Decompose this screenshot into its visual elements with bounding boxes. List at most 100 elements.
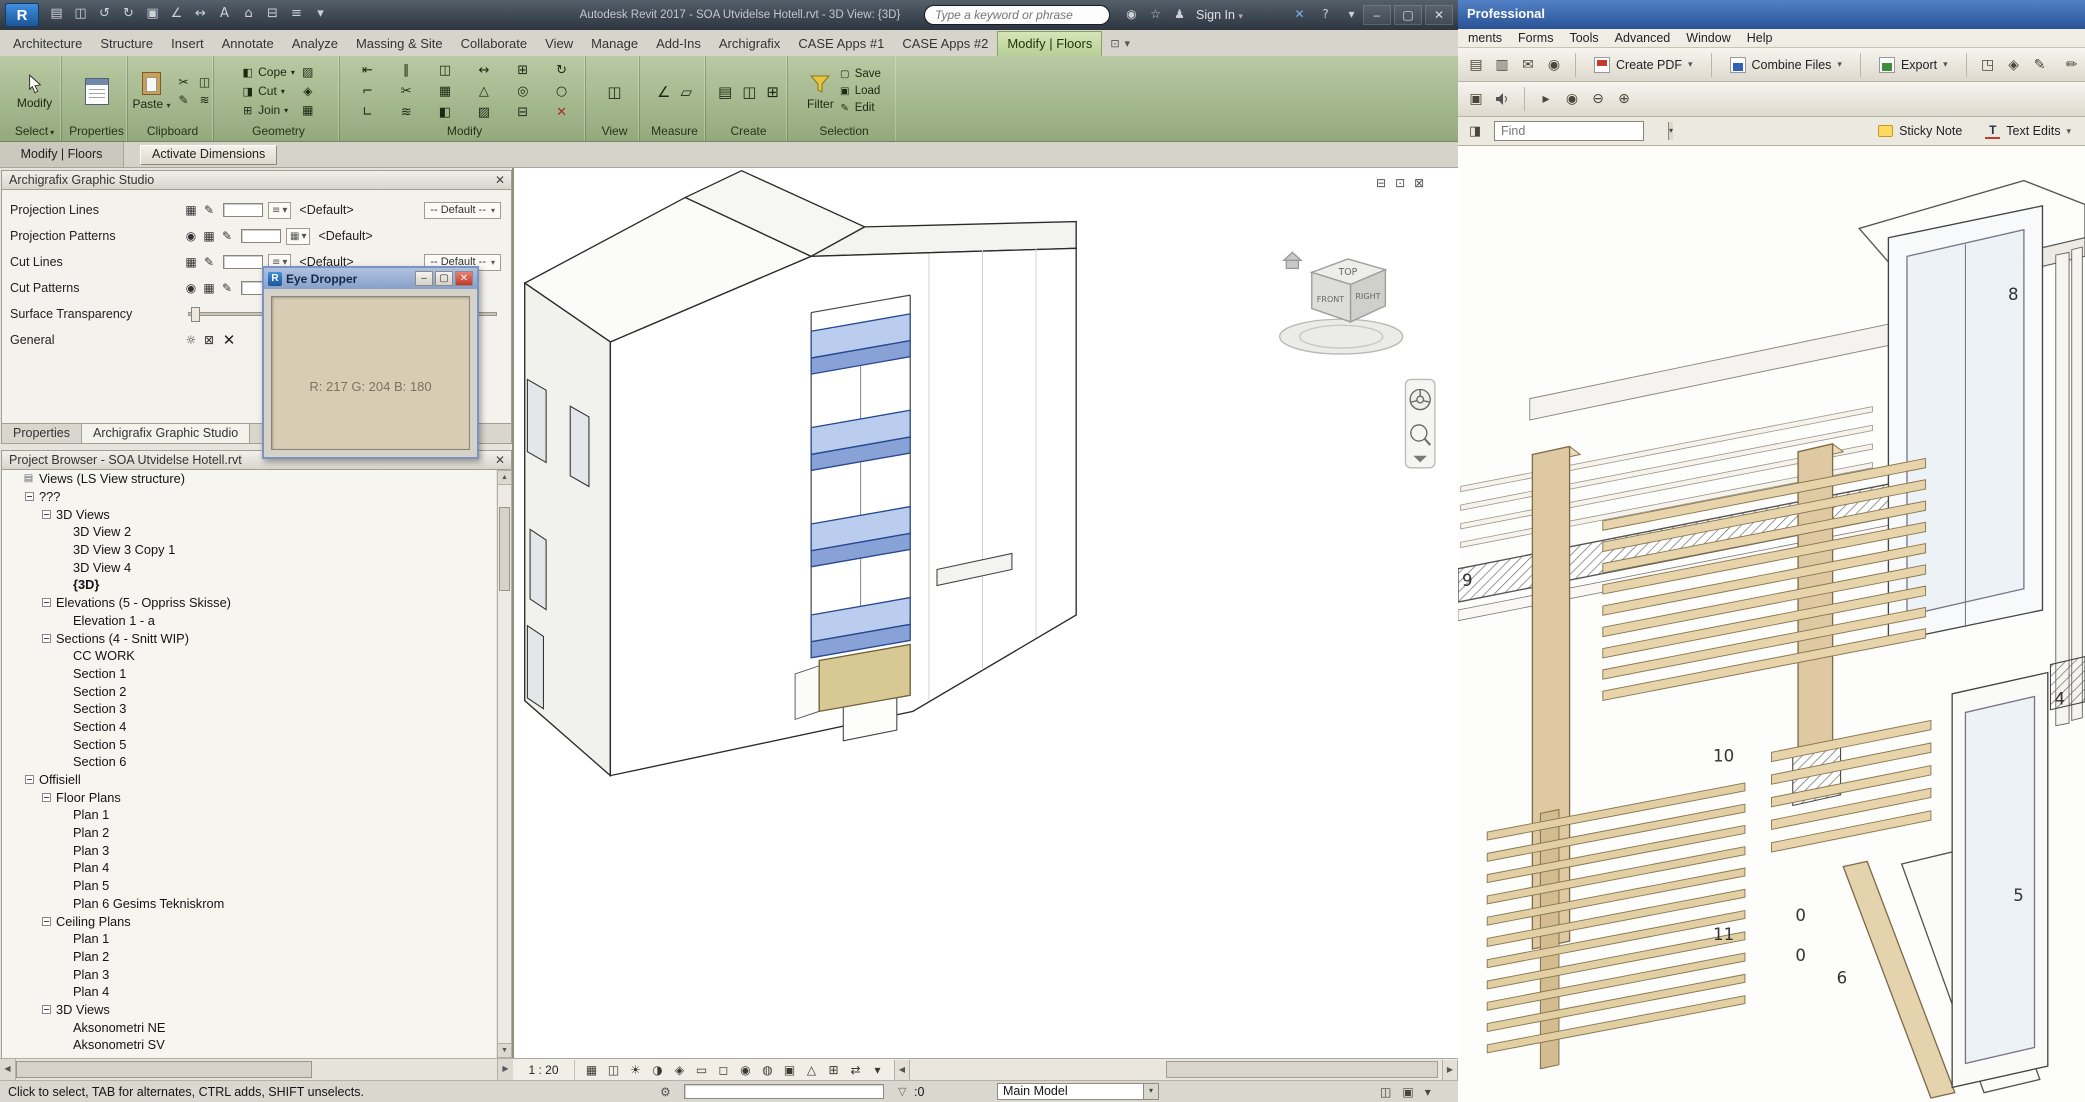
close-icon[interactable]: ✕ xyxy=(492,172,508,188)
dock-horizontal-scrollbar[interactable]: ◀ ▶ xyxy=(0,1058,513,1080)
search-go-icon[interactable]: ◉ xyxy=(1124,7,1139,21)
tab-archigrafix-graphic-studio[interactable]: Archigrafix Graphic Studio xyxy=(82,424,250,443)
view-close-icon[interactable]: ⊠ xyxy=(1414,176,1424,190)
pin-icon[interactable]: ◎ xyxy=(507,83,538,101)
tree-expander-icon[interactable] xyxy=(42,793,51,802)
temporary-view-properties-icon[interactable]: ▣ xyxy=(782,1063,797,1077)
search-icon[interactable]: ◉ xyxy=(1543,54,1565,76)
dimension-icon[interactable]: ▱ xyxy=(680,83,692,101)
load-selection-button[interactable]: ▣Load xyxy=(839,84,881,99)
tree-item[interactable]: Elevation 1 - a xyxy=(2,612,496,630)
ribbon-cycle-icon[interactable]: ⊡ xyxy=(1110,37,1119,50)
close-button[interactable]: ✕ xyxy=(455,271,473,286)
tab-manage[interactable]: Manage xyxy=(582,31,647,56)
design-option-select[interactable]: Main Model▾ xyxy=(997,1083,1159,1100)
exchange-apps-icon[interactable]: ✕ xyxy=(1292,7,1307,21)
sticky-note-button[interactable]: Sticky Note xyxy=(1871,119,1969,143)
move-icon[interactable]: ↔ xyxy=(469,62,500,80)
viewcube[interactable]: TOP FRONT RIGHT xyxy=(1280,252,1403,354)
pattern-dropdown[interactable]: ▦▾ xyxy=(286,228,310,245)
tree-item[interactable]: 3D Views xyxy=(2,1001,496,1019)
press-drag-icon[interactable]: ▾ xyxy=(1425,1085,1431,1099)
pencil-icon[interactable]: ✎ xyxy=(200,254,218,270)
review-comment-icon[interactable]: ◳ xyxy=(1977,54,1999,76)
wall-joins-icon[interactable]: ▨ xyxy=(300,65,316,80)
tree-expander-icon[interactable] xyxy=(42,1005,51,1014)
view-scale-button[interactable]: 1 : 20 xyxy=(513,1060,575,1080)
menu-help[interactable]: Help xyxy=(1739,29,1781,47)
create-group-icon[interactable]: ▤ xyxy=(718,83,732,101)
grid-icon[interactable]: ▦ xyxy=(182,254,200,270)
signature-pen-icon[interactable]: ✏ xyxy=(2061,54,2083,76)
detail-level-icon[interactable]: ▦ xyxy=(584,1063,599,1077)
copy-icon[interactable]: ◫ xyxy=(197,75,213,90)
default-view-icon[interactable]: ◫ xyxy=(607,83,621,101)
scrollbar-thumb[interactable] xyxy=(1166,1061,1438,1078)
tree-item[interactable]: ??? xyxy=(2,488,496,506)
section-icon[interactable]: ⊟ xyxy=(264,6,281,21)
tree-expander-icon[interactable] xyxy=(42,598,51,607)
viewcube-right-face[interactable]: RIGHT xyxy=(1355,292,1380,301)
tree-item[interactable]: Plan 3 xyxy=(2,965,496,983)
revit-app-button[interactable]: R xyxy=(5,3,39,27)
visual-style-icon[interactable]: ◫ xyxy=(606,1063,621,1077)
activate-dimensions-button[interactable]: Activate Dimensions xyxy=(140,145,277,165)
rotate-icon[interactable]: ↻ xyxy=(546,62,577,80)
eye-icon[interactable]: ◉ xyxy=(182,228,200,244)
tab-massing-site[interactable]: Massing & Site xyxy=(347,31,452,56)
default-3d-view-icon[interactable]: ⌂ xyxy=(240,6,257,21)
offset-icon[interactable]: ∥ xyxy=(391,62,422,80)
menu-window[interactable]: Window xyxy=(1678,29,1738,47)
join-geometry-icon[interactable]: ⊟ xyxy=(507,104,538,122)
unjoin-icon[interactable]: ▦ xyxy=(300,103,316,118)
find-combo[interactable]: ▾ xyxy=(1494,121,1644,141)
open-icon[interactable]: ▤ xyxy=(48,6,65,21)
tree-item[interactable]: Offisiell xyxy=(2,771,496,789)
tree-item[interactable]: Plan 1 xyxy=(2,930,496,948)
color-swatch[interactable] xyxy=(241,229,281,243)
tree-item[interactable]: 3D View 4 xyxy=(2,558,496,576)
tab-archigrafix[interactable]: Archigrafix xyxy=(710,31,789,56)
tree-item[interactable]: Ceiling Plans xyxy=(2,912,496,930)
tab-add-ins[interactable]: Add-Ins xyxy=(647,31,710,56)
cope-button[interactable]: ◧Cope▾ xyxy=(241,64,295,81)
grid-icon[interactable]: ▦ xyxy=(200,228,218,244)
beam-joins-icon[interactable]: ◈ xyxy=(300,84,316,99)
tree-item[interactable]: Sections (4 - Snitt WIP) xyxy=(2,629,496,647)
tree-item[interactable]: 3D View 3 Copy 1 xyxy=(2,541,496,559)
text-note-icon[interactable]: A xyxy=(216,6,233,21)
worksets-icon[interactable]: ⚙ xyxy=(660,1085,671,1099)
user-icon[interactable]: ♟ xyxy=(1172,7,1187,21)
thin-lines-icon[interactable]: ≡ xyxy=(288,6,305,21)
viewport-horizontal-scrollbar[interactable] xyxy=(910,1059,1442,1080)
page-thumbnail-icon[interactable]: ▣ xyxy=(1465,88,1487,110)
paste-button[interactable]: Paste ▾ xyxy=(132,72,170,112)
tab-case-apps-1[interactable]: CASE Apps #1 xyxy=(789,31,893,56)
tree-item[interactable]: Section 2 xyxy=(2,682,496,700)
text-edits-button[interactable]: TText Edits▾ xyxy=(1978,119,2078,143)
tree-item[interactable]: Plan 3 xyxy=(2,841,496,859)
tree-item[interactable]: Floor Plans xyxy=(2,788,496,806)
tree-expander-icon[interactable] xyxy=(25,775,34,784)
view-restore-icon[interactable]: ⊡ xyxy=(1395,176,1405,190)
modify-tool-button[interactable]: Modify xyxy=(17,74,52,110)
tree-item[interactable]: Plan 2 xyxy=(2,948,496,966)
sign-icon[interactable]: ✎ xyxy=(2029,54,2051,76)
ribbon-collapse-icon[interactable]: ▾ xyxy=(1125,37,1131,50)
undo-icon[interactable]: ↺ xyxy=(96,6,113,21)
tree-item[interactable]: ▤Views (LS View structure) xyxy=(2,470,496,488)
tab-analyze[interactable]: Analyze xyxy=(283,31,347,56)
unpin-icon[interactable]: ○ xyxy=(546,83,577,101)
maximize-button[interactable]: ▢ xyxy=(1394,5,1422,25)
minimize-button[interactable]: – xyxy=(415,271,433,286)
maximize-button[interactable]: ▢ xyxy=(435,271,453,286)
building-model[interactable]: TOP FRONT RIGHT xyxy=(514,168,1458,1058)
align-icon[interactable]: ⇤ xyxy=(352,62,383,80)
join-button[interactable]: ⊞Join▾ xyxy=(241,102,295,119)
clear-overrides-icon[interactable]: ✕ xyxy=(218,331,240,349)
tab-insert[interactable]: Insert xyxy=(162,31,213,56)
scroll-right-icon[interactable]: ▶ xyxy=(1442,1060,1458,1080)
exclude-options-icon[interactable]: ▣ xyxy=(1402,1085,1413,1099)
tree-expander-icon[interactable] xyxy=(25,492,34,501)
tree-item[interactable]: Plan 4 xyxy=(2,983,496,1001)
